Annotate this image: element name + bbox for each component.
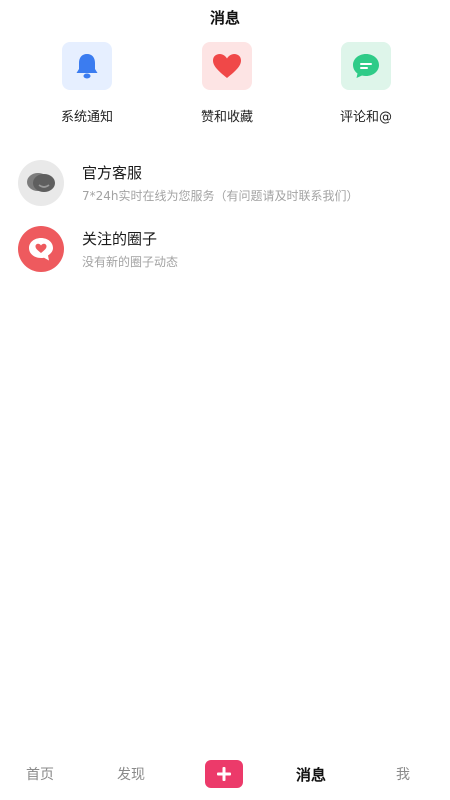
message-subtitle: 没有新的圈子动态: [82, 255, 179, 269]
message-subtitle: 7*24h实时在线为您服务（有问题请及时联系我们）: [82, 189, 359, 203]
comments-mentions-icon-box: [341, 42, 391, 90]
system-notification-label: 系统通知: [60, 110, 113, 125]
tab-home[interactable]: 首页: [26, 764, 54, 784]
category-row: 系统通知 赞和收藏 评论和@: [0, 42, 450, 132]
message-title: 官方客服: [82, 164, 143, 182]
bell-icon: [76, 54, 98, 79]
chat-bubble-icon: [353, 54, 379, 78]
top-header: 消息: [0, 0, 450, 34]
likes-favorites-button[interactable]: 赞和收藏: [172, 42, 282, 125]
comments-mentions-button[interactable]: 评论和@: [311, 42, 421, 125]
comments-mentions-label: 评论和@: [339, 110, 392, 125]
avatar: [18, 226, 64, 272]
customer-service-icon: [27, 173, 55, 192]
bottom-tab-bar: 首页 发现 消息 我: [0, 752, 450, 800]
plus-icon: [217, 767, 231, 781]
likes-favorites-label: 赞和收藏: [200, 110, 253, 125]
list-item-followed-circles[interactable]: 关注的圈子 没有新的圈子动态: [0, 216, 450, 282]
message-list: 官方客服 7*24h实时在线为您服务（有问题请及时联系我们） 关注的圈子 没有新…: [0, 150, 450, 282]
likes-favorites-icon-box: [202, 42, 252, 90]
tab-discover[interactable]: 发现: [117, 764, 145, 784]
message-title: 关注的圈子: [82, 230, 158, 248]
avatar: [18, 160, 64, 206]
page-title: 消息: [209, 8, 240, 27]
system-notification-button[interactable]: 系统通知: [32, 42, 142, 125]
system-notification-icon-box: [62, 42, 112, 90]
list-item-customer-service[interactable]: 官方客服 7*24h实时在线为您服务（有问题请及时联系我们）: [0, 150, 450, 216]
tab-messages[interactable]: 消息: [296, 764, 326, 785]
heart-bubble-icon: [29, 238, 53, 261]
tab-me[interactable]: 我: [396, 764, 410, 784]
add-post-button[interactable]: [205, 760, 243, 788]
messages-page: 消息 系统通知 赞和收藏 评论和@ 官方客服 7*24h实时在线为您服务（有问题…: [0, 0, 450, 800]
heart-icon: [213, 54, 241, 78]
